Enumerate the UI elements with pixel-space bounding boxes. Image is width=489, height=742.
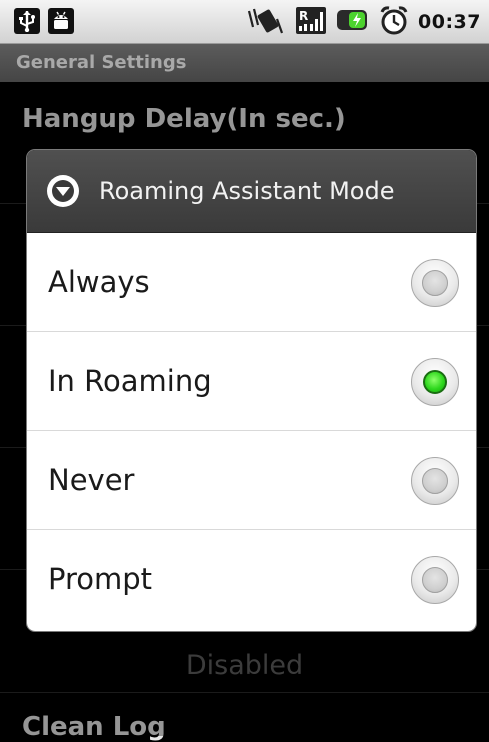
alarm-clock-icon xyxy=(379,5,409,39)
option-label: Prompt xyxy=(48,562,153,596)
android-debug-icon xyxy=(48,8,74,34)
dialog-title: Roaming Assistant Mode xyxy=(99,177,395,205)
radio-button[interactable] xyxy=(411,259,459,307)
radio-indicator xyxy=(422,567,448,593)
radio-button[interactable] xyxy=(411,457,459,505)
signal-roaming-icon: R xyxy=(295,5,327,39)
svg-text:R: R xyxy=(299,9,308,23)
status-bar-right: R 00:37 xyxy=(246,6,481,38)
option-label: Never xyxy=(48,463,135,497)
radio-indicator xyxy=(422,468,448,494)
option-label: Always xyxy=(48,265,150,299)
radio-button[interactable] xyxy=(411,556,459,604)
battery-charging-icon xyxy=(336,7,370,37)
vibrate-icon xyxy=(246,5,286,39)
option-never[interactable]: Never xyxy=(27,431,476,530)
dropdown-circle-icon xyxy=(45,173,81,209)
usb-icon xyxy=(14,8,40,34)
dialog-options: Always In Roaming Never Prompt xyxy=(27,233,476,631)
status-bar-left xyxy=(14,8,74,34)
option-prompt[interactable]: Prompt xyxy=(27,530,476,629)
option-always[interactable]: Always xyxy=(27,233,476,332)
roaming-mode-dialog: Roaming Assistant Mode Always In Roaming… xyxy=(27,150,476,631)
status-bar: R 00:37 xyxy=(0,0,489,44)
radio-button-selected[interactable] xyxy=(411,358,459,406)
option-in-roaming[interactable]: In Roaming xyxy=(27,332,476,431)
radio-indicator xyxy=(423,370,447,394)
page-title: General Settings xyxy=(0,44,489,82)
dialog-header: Roaming Assistant Mode xyxy=(27,150,476,233)
option-label: In Roaming xyxy=(48,364,212,398)
radio-indicator xyxy=(422,270,448,296)
status-time: 00:37 xyxy=(418,11,481,33)
